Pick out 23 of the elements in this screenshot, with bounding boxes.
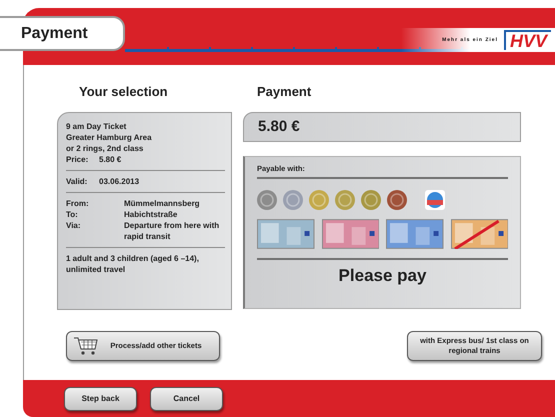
travellers-text: 1 adult and 3 children (aged 6 –14), unlimited travel — [66, 253, 200, 275]
amount-display: 5.80 € — [243, 112, 521, 142]
field-value: 5.80 € — [99, 154, 122, 165]
section-heading: Your selection — [78, 83, 169, 101]
field-label: To: — [66, 209, 79, 220]
ticket-name-line: or 2 rings, 2nd class — [66, 143, 144, 154]
section-heading: Payment — [256, 83, 312, 101]
field-label: Via: — [66, 220, 82, 232]
footer-button[interactable]: Cancel — [150, 386, 223, 410]
ticket-name-line: Greater Hamburg Area — [66, 132, 153, 143]
field-value: Departure from here with rapid transit — [124, 220, 220, 242]
footer-button[interactable]: Step back — [64, 386, 137, 410]
field-value: 03.06.2013 — [99, 176, 140, 187]
field-label: From: — [66, 198, 90, 209]
field-value: Habichtstraße — [124, 209, 178, 220]
ticket-name-line: 9 am Day Ticket — [66, 121, 128, 132]
field-label: Price: — [66, 154, 90, 165]
brand-logo: HVV — [504, 30, 551, 50]
field-value: Mümmelmannsberg — [124, 198, 200, 209]
pay-prompt: Please pay — [338, 265, 428, 287]
field-label: Valid: — [66, 176, 88, 187]
page-title: Payment — [0, 16, 125, 51]
cart-icon — [73, 336, 99, 356]
